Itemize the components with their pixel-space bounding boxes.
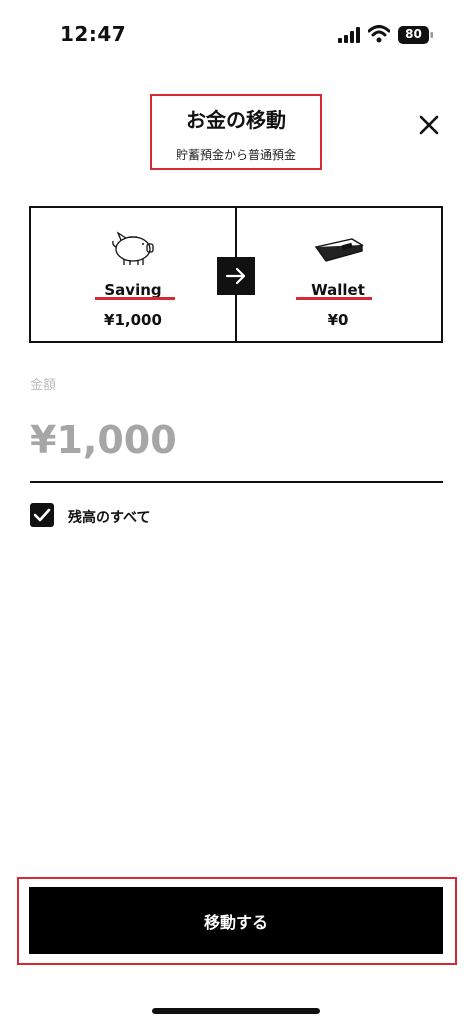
wallet-icon	[314, 238, 364, 262]
all-balance-label[interactable]: 残高のすべて	[68, 507, 150, 527]
to-account-amount: ¥0	[327, 311, 349, 329]
battery-level: 80	[405, 27, 422, 41]
from-name-underline	[95, 297, 175, 300]
from-account-amount: ¥1,000	[104, 311, 162, 329]
amount-input[interactable]: ¥1,000	[30, 418, 177, 462]
amount-underline	[30, 481, 443, 483]
transfer-button-label: 移動する	[203, 912, 268, 932]
transfer-button[interactable]: 移動する	[29, 887, 443, 954]
wifi-icon	[368, 25, 390, 43]
page-title: お金の移動	[186, 108, 286, 132]
page-subtitle: 貯蓄預金から普通預金	[175, 148, 296, 162]
arrow-right-icon	[225, 267, 246, 285]
all-balance-checkbox[interactable]	[30, 503, 54, 527]
transfer-arrow	[217, 257, 255, 295]
cellular-signal-icon	[338, 27, 360, 43]
home-indicator[interactable]	[152, 1008, 320, 1014]
battery-indicator: 80	[398, 25, 434, 45]
status-time: 12:47	[60, 22, 127, 46]
checkmark-icon	[33, 508, 51, 522]
to-name-underline	[296, 297, 372, 300]
close-icon[interactable]	[416, 112, 442, 138]
amount-label: 金額	[30, 378, 57, 393]
piggy-bank-icon	[112, 231, 154, 265]
